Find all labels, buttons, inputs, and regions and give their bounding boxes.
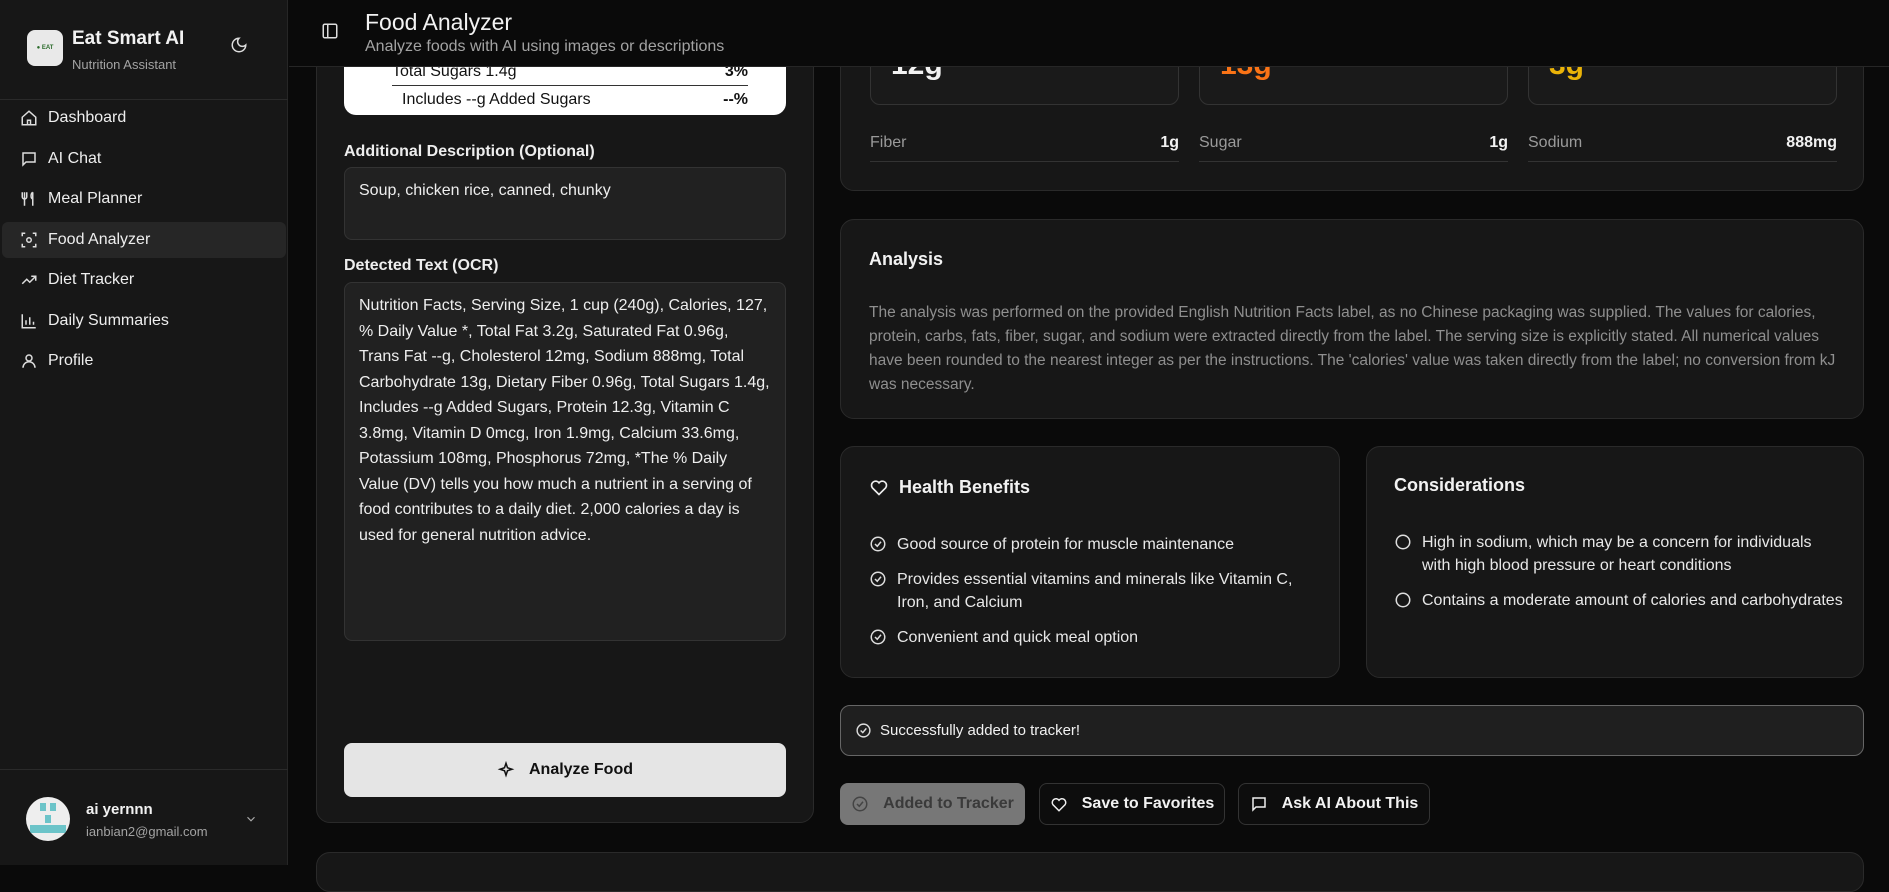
page-header: Food Analyzer Analyze foods with AI usin…	[289, 0, 1889, 67]
trend-icon	[21, 275, 37, 285]
scan-icon	[21, 232, 37, 247]
app-subtitle: Nutrition Assistant	[72, 57, 177, 72]
benefit-item: Good source of protein for muscle mainte…	[869, 533, 1309, 556]
message-square-icon	[1251, 797, 1266, 812]
description-label: Additional Description (Optional)	[344, 143, 595, 160]
analysis-title: Analysis	[869, 249, 944, 269]
check-circle-icon	[870, 536, 886, 552]
check-circle-icon	[870, 629, 886, 645]
sidebar-item-diet-tracker[interactable]: Diet Tracker	[2, 262, 286, 298]
sidebar-item-daily-summaries[interactable]: Daily Summaries	[2, 303, 286, 339]
stat-sodium: Sodium 888mg	[1528, 134, 1837, 162]
analyze-food-button[interactable]: Analyze Food	[344, 743, 786, 797]
utensils-icon	[21, 191, 34, 206]
user-icon	[22, 354, 36, 368]
input-panel: Total Sugars 1.4g 3% Includes --g Added …	[316, 29, 814, 823]
lower-card	[316, 852, 1864, 892]
ocr-label: Detected Text (OCR)	[344, 257, 499, 274]
circle-icon	[1395, 534, 1411, 550]
check-circle-icon	[870, 571, 886, 587]
check-circle-icon	[852, 796, 868, 812]
consideration-item: High in sodium, which may be a concern f…	[1394, 531, 1844, 577]
consideration-item: Contains a moderate amount of calories a…	[1394, 589, 1844, 612]
sparkles-icon	[497, 761, 515, 778]
success-alert: Successfully added to tracker!	[840, 705, 1864, 756]
description-input[interactable]: Soup, chicken rice, canned, chunky	[344, 167, 786, 240]
added-to-tracker-button[interactable]: Added to Tracker	[840, 783, 1025, 825]
heart-icon	[1051, 798, 1067, 812]
user-name: ai yernnn	[86, 801, 153, 818]
sidebar-item-profile[interactable]: Profile	[2, 343, 286, 379]
ocr-textarea[interactable]: Nutrition Facts, Serving Size, 1 cup (24…	[344, 282, 786, 641]
home-icon	[21, 110, 37, 126]
health-benefits-title: Health Benefits	[899, 477, 1031, 497]
sidebar-item-food-analyzer[interactable]: Food Analyzer	[2, 221, 286, 258]
app-logo: ● EAT	[27, 30, 63, 66]
sidebar: ● EAT Eat Smart AI Nutrition Assistant D…	[0, 0, 288, 865]
considerations-card: Considerations High in sodium, which may…	[1366, 446, 1864, 678]
chat-icon	[22, 151, 36, 167]
check-circle-icon	[856, 723, 871, 738]
avatar[interactable]	[26, 797, 70, 841]
circle-icon	[1395, 592, 1411, 608]
analysis-text: The analysis was performed on the provid…	[869, 304, 1836, 393]
ask-ai-button[interactable]: Ask AI About This	[1238, 783, 1430, 825]
sidebar-item-meal-planner[interactable]: Meal Planner	[2, 181, 286, 217]
analysis-card: Analysis The analysis was performed on t…	[840, 219, 1864, 419]
app-name: Eat Smart AI	[72, 28, 185, 49]
page-title: Food Analyzer	[365, 9, 513, 35]
sidebar-toggle-icon[interactable]	[321, 22, 339, 45]
benefit-item: Provides essential vitamins and minerals…	[869, 568, 1309, 614]
save-to-favorites-button[interactable]: Save to Favorites	[1039, 783, 1225, 825]
stat-fiber: Fiber 1g	[870, 134, 1179, 162]
user-menu-chevron-down-icon[interactable]	[244, 812, 258, 831]
stat-sugar: Sugar 1g	[1199, 134, 1508, 162]
user-email: ianbian2@gmail.com	[86, 824, 208, 839]
theme-toggle-moon-icon[interactable]	[230, 36, 248, 59]
heart-icon	[870, 480, 888, 496]
considerations-title: Considerations	[1394, 475, 1526, 495]
page-subtitle: Analyze foods with AI using images or de…	[365, 38, 725, 55]
health-benefits-card: Health Benefits Good source of protein f…	[840, 446, 1340, 678]
sidebar-item-dashboard[interactable]: Dashboard	[2, 100, 286, 136]
bar-chart-icon	[21, 313, 36, 328]
sidebar-item-ai-chat[interactable]: AI Chat	[2, 141, 286, 177]
benefit-item: Convenient and quick meal option	[869, 626, 1309, 649]
